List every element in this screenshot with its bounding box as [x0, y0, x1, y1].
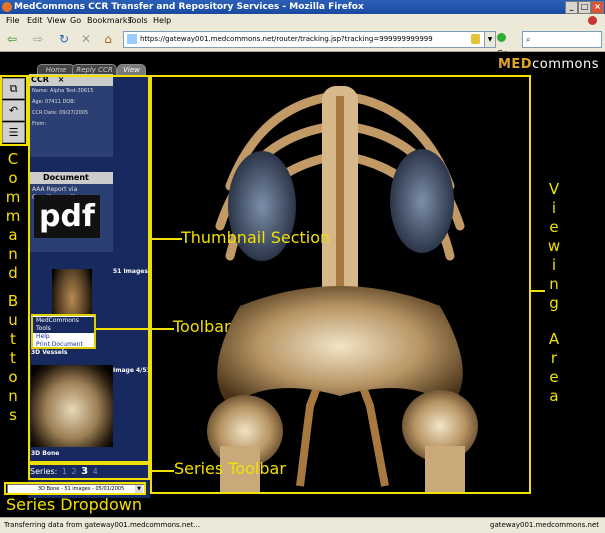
reload-icon[interactable]: ↻ [56, 31, 72, 47]
view-letter: i [551, 199, 557, 217]
status-bar: Transferring data from gateway001.medcom… [0, 517, 605, 533]
navigation-toolbar: ⇦ ⇨ ↻ ✕ ⌂ https://gateway001.medcommons.… [0, 27, 605, 58]
logo-suffix: commons [532, 57, 599, 72]
url-bar[interactable]: https://gateway001.medcommons.net/router… [123, 31, 485, 48]
menu-help[interactable]: Help [153, 14, 171, 27]
cmd-letter: o [8, 169, 18, 187]
site-favicon-icon [127, 34, 137, 44]
status-host: gateway001.medcommons.net [490, 521, 599, 529]
view-letter: n [549, 275, 559, 293]
view-letter: A [548, 330, 560, 348]
medcommons-logo: MEDcommons [498, 57, 599, 72]
series-toolbar-highlight [28, 463, 150, 480]
cmd-letter: a [8, 226, 18, 244]
window-title: MedCommons CCR Transfer and Repository S… [14, 2, 364, 12]
lock-icon [471, 34, 480, 44]
search-input[interactable]: ⌕ [522, 31, 602, 48]
search-icon: ⌕ [526, 35, 531, 44]
view-letter: i [551, 256, 557, 274]
cmd-letter: n [8, 245, 18, 263]
cmd-letter: d [8, 264, 18, 282]
logo-prefix: MED [497, 57, 533, 72]
minimize-button[interactable]: _ [565, 1, 578, 14]
series-toolbar-pointer-line [150, 470, 174, 472]
view-letter: a [549, 387, 559, 405]
stop-icon[interactable]: ✕ [78, 31, 94, 47]
browser-window: MedCommons CCR Transfer and Repository S… [0, 0, 605, 533]
view-letter: r [550, 349, 558, 367]
cmd-letter: n [8, 387, 18, 405]
url-text: https://gateway001.medcommons.net/router… [140, 35, 433, 43]
page-content: Home Reply CCR View MEDcommons ⧉ ↶ ☰ CCR… [0, 52, 605, 517]
menu-go[interactable]: Go [70, 14, 81, 27]
url-dropdown-button[interactable]: ▼ [484, 31, 496, 48]
series-dropdown-highlight [4, 482, 146, 495]
view-letter: e [549, 218, 559, 236]
view-letter: g [549, 294, 559, 312]
close-window-button[interactable]: × [591, 1, 604, 14]
menu-bar: File Edit View Go Bookmarks Tools Help [0, 14, 605, 27]
forward-icon[interactable]: ⇨ [30, 31, 46, 47]
cmd-letter: t [10, 349, 16, 367]
menu-edit[interactable]: Edit [27, 14, 43, 27]
view-letter: w [547, 237, 561, 255]
series-toolbar-label: Series Toolbar [174, 459, 286, 478]
menu-view[interactable]: View [47, 14, 66, 27]
cmd-letter: s [9, 406, 17, 424]
command-buttons-highlight [0, 75, 28, 146]
cmd-letter: o [8, 368, 18, 386]
throbber-icon [588, 16, 597, 25]
view-letter: e [549, 368, 559, 386]
title-bar: MedCommons CCR Transfer and Repository S… [0, 0, 605, 14]
toolbar-label: Toolbar [173, 317, 231, 336]
menu-bookmarks[interactable]: Bookmarks [87, 14, 132, 27]
series-dropdown-label: Series Dropdown [6, 495, 142, 514]
cmd-letter: B [7, 292, 19, 310]
back-icon[interactable]: ⇦ [4, 31, 20, 47]
toolbar-pointer-line [96, 328, 174, 330]
cmd-letter: C [7, 150, 19, 168]
thumbnail-pointer-line [150, 238, 182, 240]
cmd-letter: u [8, 311, 18, 329]
thumbnail-section-label: Thumbnail Section [181, 228, 331, 247]
menu-file[interactable]: File [6, 14, 19, 27]
maximize-button[interactable]: □ [578, 1, 591, 14]
cmd-letter: m [5, 188, 21, 206]
viewing-pointer-line [531, 290, 545, 292]
view-letter: V [548, 180, 560, 198]
home-icon[interactable]: ⌂ [100, 31, 116, 47]
firefox-icon [2, 2, 12, 12]
thumbnail-section-highlight [28, 75, 150, 463]
viewing-area-highlight [150, 75, 531, 494]
menu-tools[interactable]: Tools [128, 14, 148, 27]
status-text: Transferring data from gateway001.medcom… [4, 521, 201, 529]
go-button[interactable]: Go [497, 31, 519, 58]
go-icon [497, 33, 506, 42]
cmd-letter: t [10, 330, 16, 348]
cmd-letter: m [5, 207, 21, 225]
